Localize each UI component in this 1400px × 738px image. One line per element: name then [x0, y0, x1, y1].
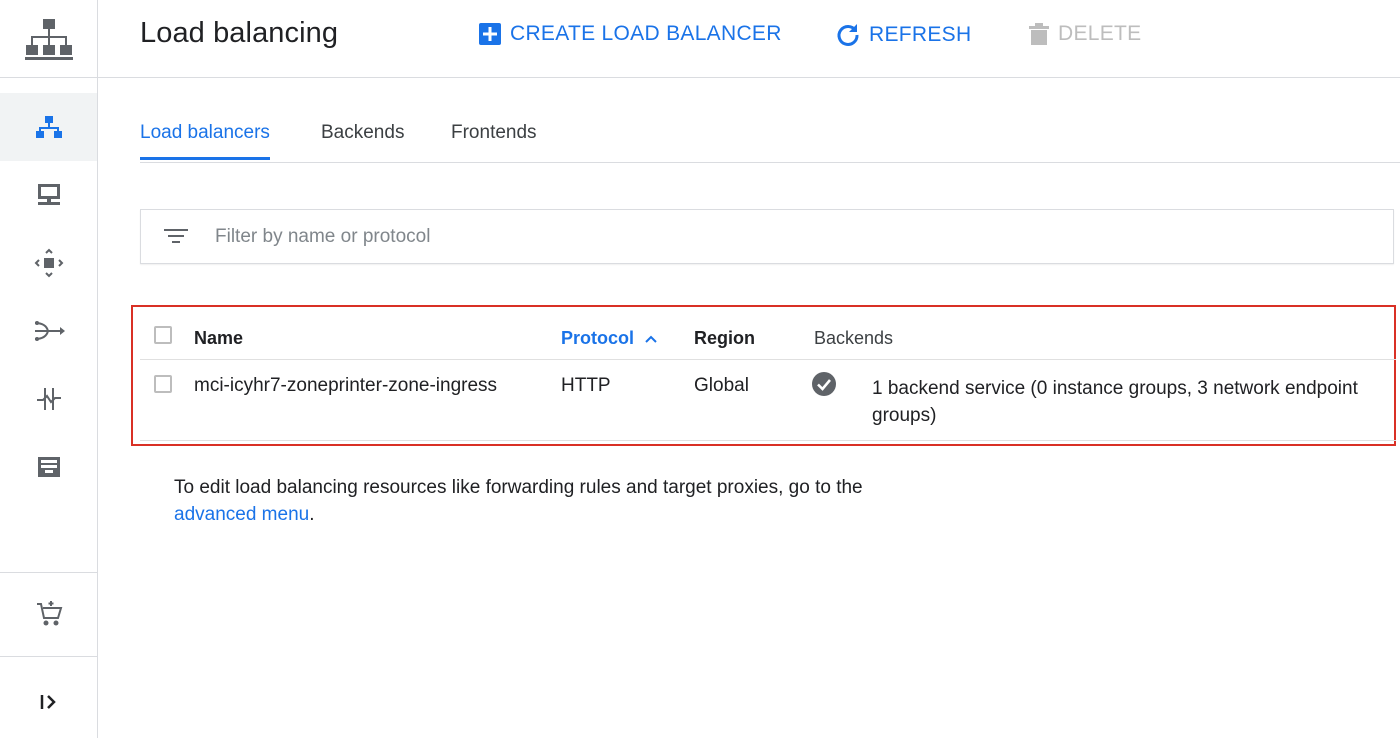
delete-button[interactable]: DELETE — [1028, 22, 1142, 46]
product-logo — [0, 0, 97, 78]
create-load-balancer-button[interactable]: CREATE LOAD BALANCER — [478, 22, 782, 46]
network-hierarchy-icon — [24, 18, 73, 60]
expand-arrows-icon — [34, 248, 63, 278]
load-balancer-icon — [35, 116, 62, 138]
nav-nat[interactable] — [0, 297, 97, 365]
trash-icon — [1029, 23, 1049, 45]
row-backends-line1: 1 backend service (0 instance groups, 3 … — [872, 378, 1358, 399]
refresh-label: REFRESH — [869, 23, 972, 46]
filter-list-icon — [164, 228, 188, 243]
delete-label: DELETE — [1058, 22, 1142, 45]
sort-ascending-icon — [645, 335, 657, 343]
filter-bar — [140, 209, 1394, 264]
tab-load-balancers[interactable]: Load balancers — [140, 122, 270, 160]
nav-cdn[interactable] — [0, 229, 97, 297]
refresh-button[interactable]: REFRESH — [835, 22, 971, 48]
row-backends: 1 backend service (0 instance groups, 3 … — [872, 375, 1392, 429]
help-note: To edit load balancing resources like fo… — [174, 474, 974, 528]
header-divider — [140, 359, 1396, 360]
row-divider — [140, 440, 1396, 441]
refresh-icon — [837, 24, 859, 46]
column-header-protocol[interactable]: Protocol — [561, 328, 658, 349]
help-note-text: To edit load balancing resources like fo… — [174, 477, 863, 498]
shopping-cart-icon — [36, 601, 62, 626]
tab-bar: Load balancers Backends Frontends — [140, 106, 1400, 163]
collapse-toggle-icon — [40, 695, 56, 709]
add-box-icon — [479, 23, 501, 45]
column-header-region[interactable]: Region — [694, 328, 755, 349]
rail-divider — [0, 656, 97, 657]
column-header-protocol-label: Protocol — [561, 328, 635, 348]
create-load-balancer-label: CREATE LOAD BALANCER — [510, 22, 782, 45]
help-note-suffix: . — [309, 504, 315, 525]
column-header-backends: Backends — [814, 328, 894, 348]
computer-icon — [37, 184, 60, 205]
check-circle-icon — [812, 372, 836, 396]
page-header: Load balancing CREATE LOAD BALANCER REFR… — [98, 0, 1400, 78]
row-region: Global — [694, 375, 749, 396]
nav-marketplace[interactable] — [0, 580, 97, 648]
rail-divider — [0, 572, 97, 573]
traffic-split-icon — [36, 388, 61, 410]
column-header-name[interactable]: Name — [194, 328, 243, 349]
left-nav-rail — [0, 0, 98, 738]
inbox-tray-icon — [37, 457, 60, 477]
row-protocol: HTTP — [561, 375, 611, 396]
row-checkbox[interactable] — [154, 375, 172, 393]
nav-load-balancing[interactable] — [0, 93, 97, 161]
advanced-menu-link[interactable]: advanced menu — [174, 504, 309, 525]
tab-frontends[interactable]: Frontends — [451, 122, 537, 157]
row-name-link[interactable]: mci-icyhr7-zoneprinter-zone-ingress — [194, 375, 497, 397]
nav-traffic-director[interactable] — [0, 365, 97, 433]
routing-icon — [34, 321, 65, 341]
select-all-checkbox[interactable] — [154, 326, 172, 344]
page-title: Load balancing — [140, 17, 339, 49]
filter-input[interactable] — [213, 224, 1117, 249]
nav-service-directory[interactable] — [0, 433, 97, 501]
row-backends-line2: groups) — [872, 405, 937, 426]
tab-backends[interactable]: Backends — [321, 122, 404, 157]
expand-nav-button[interactable] — [0, 668, 97, 736]
nav-cloud-dns[interactable] — [0, 161, 97, 229]
